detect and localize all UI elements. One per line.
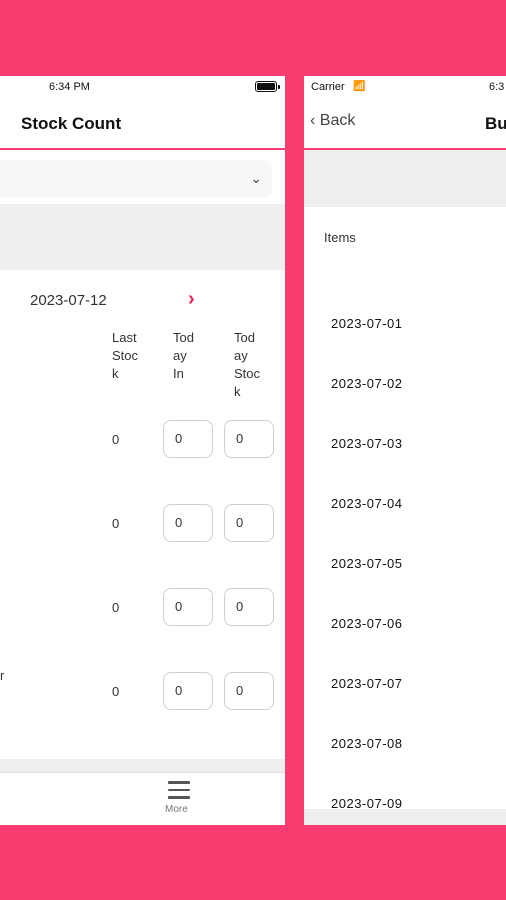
today-stock-input[interactable]: 0 <box>224 420 274 458</box>
last-stock-value: 0 <box>112 600 120 615</box>
date-list-screen: Carrier 📶 6:3 ‹ Back Bu Items 2023-07-01… <box>304 76 506 825</box>
tab-more-label[interactable]: More <box>165 804 188 815</box>
scroll-bottom-strip <box>0 759 285 773</box>
wifi-icon: 📶 <box>353 81 366 92</box>
today-stock-input[interactable]: 0 <box>224 588 274 626</box>
item-name-fragment: r <box>0 668 5 683</box>
column-label: Last Stoc k <box>112 330 139 381</box>
list-item[interactable]: 2023-07-08 <box>331 736 403 751</box>
chevron-left-icon: ‹ <box>310 112 316 129</box>
list-item[interactable]: 2023-07-05 <box>331 556 403 571</box>
filter-band <box>0 204 285 270</box>
hamburger-icon[interactable] <box>168 781 190 804</box>
back-label: Back <box>319 112 356 129</box>
back-button[interactable]: ‹ Back <box>310 112 355 130</box>
status-time: 6:3 <box>489 81 505 93</box>
today-in-input[interactable]: 0 <box>163 420 213 458</box>
column-label: Tod ay In <box>173 330 194 381</box>
list-item[interactable]: 2023-07-04 <box>331 496 403 511</box>
list-item[interactable]: 2023-07-06 <box>331 616 403 631</box>
carrier-label: Carrier <box>311 81 345 93</box>
today-stock-input[interactable]: 0 <box>224 504 274 542</box>
current-date: 2023-07-12 <box>30 292 107 309</box>
header-band <box>304 150 506 207</box>
scroll-bottom-strip <box>304 809 506 825</box>
today-stock-input[interactable]: 0 <box>224 672 274 710</box>
status-bar: Carrier 📶 6:3 <box>304 76 506 98</box>
list-item[interactable]: 2023-07-02 <box>331 376 403 391</box>
status-time: 6:34 PM <box>49 81 90 93</box>
battery-icon <box>255 81 277 92</box>
column-last-stock: Last Stoc k <box>112 329 138 383</box>
stock-count-screen: 6:34 PM Stock Count ⌄ 2023-07-12 › Last … <box>0 76 285 825</box>
today-in-input[interactable]: 0 <box>163 588 213 626</box>
tab-bar: More <box>0 772 285 825</box>
column-label: Tod ay Stoc k <box>234 330 261 399</box>
column-today-stock: Tod ay Stoc k <box>234 329 260 401</box>
last-stock-value: 0 <box>112 684 120 699</box>
today-in-input[interactable]: 0 <box>163 504 213 542</box>
chevron-down-icon: ⌄ <box>250 170 262 186</box>
column-today-in: Tod ay In <box>173 329 194 383</box>
list-item[interactable]: 2023-07-01 <box>331 316 403 331</box>
page-title: Stock Count <box>21 114 122 133</box>
store-select[interactable]: ⌄ <box>0 160 272 198</box>
navigation-bar: Stock Count <box>0 98 285 150</box>
items-label: Items <box>324 230 356 245</box>
today-in-input[interactable]: 0 <box>163 672 213 710</box>
navigation-bar: ‹ Back Bu <box>304 98 506 150</box>
chevron-right-icon[interactable]: › <box>188 288 195 311</box>
list-item[interactable]: 2023-07-07 <box>331 676 403 691</box>
list-item[interactable]: 2023-07-03 <box>331 436 403 451</box>
last-stock-value: 0 <box>112 516 120 531</box>
last-stock-value: 0 <box>112 432 120 447</box>
battery-tip <box>278 85 280 89</box>
page-title: Bu <box>485 114 506 133</box>
status-bar: 6:34 PM <box>0 76 285 98</box>
